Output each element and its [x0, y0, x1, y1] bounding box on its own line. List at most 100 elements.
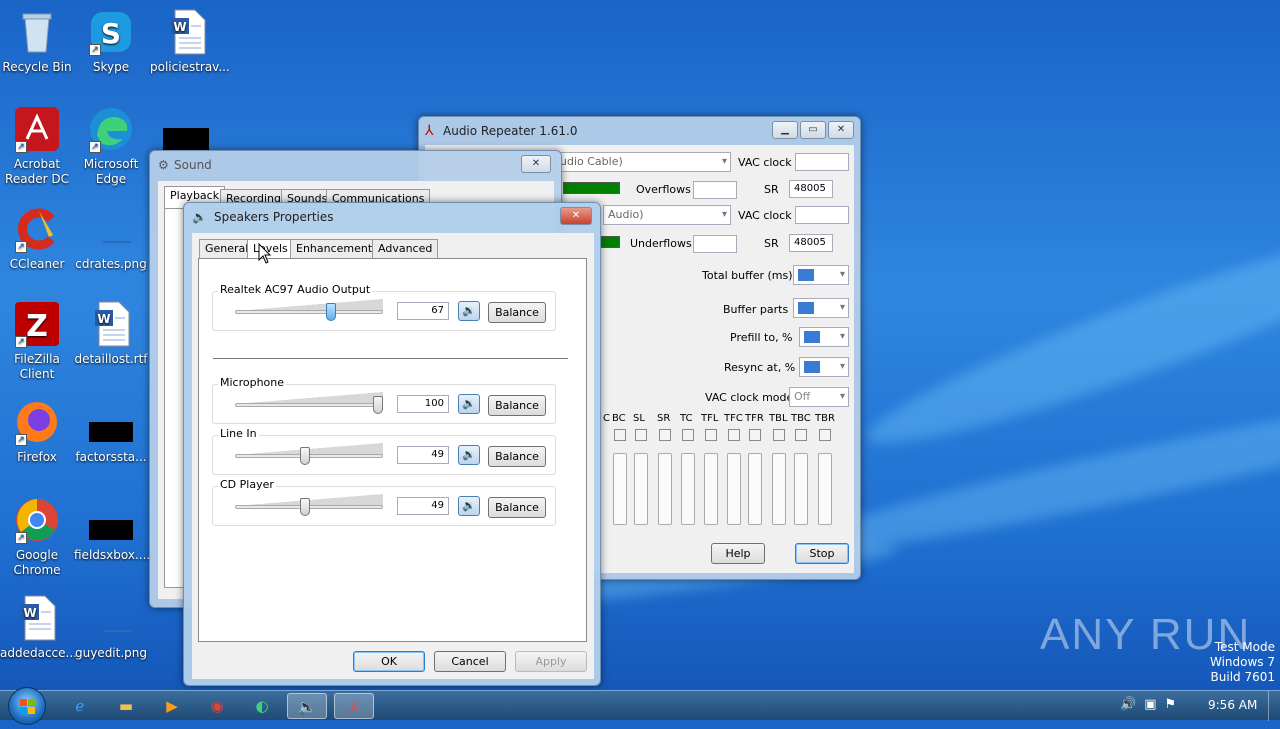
ie-taskbar-icon[interactable]: ℯ	[60, 693, 100, 719]
balance-button[interactable]: Balance	[488, 302, 546, 323]
channel-checkbox[interactable]	[659, 429, 671, 441]
close-button[interactable]: ✕	[560, 207, 592, 225]
image-file-icon	[87, 205, 135, 253]
level-slider-thumb[interactable]	[300, 498, 311, 516]
vac-clock-in-field[interactable]	[795, 153, 849, 171]
level-name: CD Player	[218, 478, 276, 491]
channel-checkbox[interactable]	[614, 429, 626, 441]
close-button[interactable]: ✕	[521, 155, 551, 173]
desktop-icon-recycle-bin[interactable]: Recycle Bin	[0, 8, 74, 75]
sound-taskbar-button[interactable]: 🔈	[287, 693, 327, 719]
channel-label: BC	[612, 413, 626, 424]
level-slider-thumb[interactable]	[373, 396, 383, 414]
audio-repeater-titlebar[interactable]: ⅄ Audio Repeater 1.61.0 ▁ ▭ ✕	[419, 117, 860, 145]
explorer-taskbar-icon[interactable]: ▬	[106, 693, 146, 719]
desktop-icon-acrobat[interactable]: ↗ Acrobat Reader DC	[0, 105, 74, 187]
window-title: Audio Repeater 1.61.0	[443, 124, 578, 138]
apply-button[interactable]: Apply	[515, 651, 587, 672]
level-slider-track[interactable]	[235, 403, 383, 407]
maximize-button[interactable]: ▭	[800, 121, 826, 139]
chrome-taskbar-icon[interactable]: ◉	[197, 693, 237, 719]
tab-advanced[interactable]: Advanced	[372, 239, 439, 258]
channel-checkbox[interactable]	[819, 429, 831, 441]
level-slider-track[interactable]	[235, 310, 383, 314]
output-level-meter	[601, 236, 620, 248]
desktop-icon-cdrates[interactable]: cdrates.png	[74, 205, 148, 272]
vac-clock-mode-select[interactable]: Off	[789, 387, 849, 407]
media-player-taskbar-icon[interactable]: ▶	[152, 693, 192, 719]
mute-speaker-icon[interactable]: 🔉	[458, 496, 480, 516]
acrobat-icon: ↗	[13, 105, 61, 153]
channel-level-bar	[613, 453, 627, 525]
desktop-icon-filezilla[interactable]: Z ↗ FileZilla Client	[0, 300, 74, 382]
balance-button[interactable]: Balance	[488, 446, 546, 467]
desktop-icon-policiestrav[interactable]: W policiestrav...	[150, 8, 230, 75]
desktop-icon-firefox[interactable]: ↗ Firefox	[0, 398, 74, 465]
level-value-field[interactable]: 67	[397, 302, 449, 320]
balance-button[interactable]: Balance	[488, 497, 546, 518]
prefill-value	[804, 331, 820, 343]
input-device-select[interactable]: udio Cable)	[555, 152, 731, 172]
desktop-icon-addedacce[interactable]: W addedacce...	[0, 594, 77, 661]
desktop-icon-ccleaner[interactable]: ↗ CCleaner	[0, 205, 74, 272]
channel-checkbox[interactable]	[749, 429, 761, 441]
sr-out-field[interactable]: 48005	[789, 234, 833, 252]
channel-checkbox[interactable]	[682, 429, 694, 441]
buffer-parts-select[interactable]	[793, 298, 849, 318]
close-button[interactable]: ✕	[828, 121, 854, 139]
recycle-bin-icon	[13, 8, 61, 56]
help-button[interactable]: Help	[711, 543, 765, 564]
balance-button[interactable]: Balance	[488, 395, 546, 416]
start-button[interactable]	[8, 687, 46, 725]
desktop-icon-edge[interactable]: ↗ Microsoft Edge	[74, 105, 148, 187]
desktop-icon-chrome[interactable]: ↗ Google Chrome	[0, 496, 74, 578]
total-buffer-select[interactable]	[793, 265, 849, 285]
tab-enhancements[interactable]: Enhancements	[290, 239, 384, 258]
level-slider-thumb[interactable]	[300, 447, 311, 465]
mute-speaker-icon[interactable]: 🔉	[458, 301, 480, 321]
sr-out-label: SR	[764, 237, 779, 250]
channel-checkbox[interactable]	[705, 429, 717, 441]
channel-label: TFC	[724, 413, 743, 424]
desktop-icon-label: policiestrav...	[150, 60, 230, 74]
desktop-icon-detaillost[interactable]: W detaillost.rtf	[74, 300, 148, 367]
desktop-icon-skype[interactable]: S ↗ Skype	[74, 8, 148, 75]
channel-level-bar	[794, 453, 808, 525]
edge-taskbar-icon[interactable]: ◐	[242, 693, 282, 719]
network-icon[interactable]: ▣	[1144, 697, 1156, 712]
output-device-select[interactable]: Audio)	[603, 205, 731, 225]
clock[interactable]: 9:56 AM	[1208, 698, 1257, 712]
show-desktop-button[interactable]	[1268, 691, 1280, 721]
mute-speaker-icon[interactable]: 🔉	[458, 394, 480, 414]
channel-checkbox[interactable]	[728, 429, 740, 441]
stop-button[interactable]: Stop	[795, 543, 849, 564]
channel-label: C	[603, 413, 610, 424]
desktop-icon-factorssta[interactable]: factorssta...	[74, 398, 148, 465]
desktop-icon-guyedit[interactable]: guyedit.png	[74, 594, 148, 661]
prefill-select[interactable]	[799, 327, 849, 347]
channel-label: TFR	[745, 413, 764, 424]
volume-icon[interactable]: 🔊	[1120, 697, 1136, 712]
level-value-field[interactable]: 100	[397, 395, 449, 413]
audio-repeater-taskbar-button[interactable]: ⅄	[334, 693, 374, 719]
vac-clock-out-field[interactable]	[795, 206, 849, 224]
vac-clock-label: VAC clock	[738, 156, 792, 169]
minimize-button[interactable]: ▁	[772, 121, 798, 139]
audio-repeater-app-icon: ⅄	[425, 123, 434, 139]
flag-icon[interactable]: ⚑	[1164, 697, 1176, 712]
desktop-icon-label: Recycle Bin	[2, 60, 72, 74]
resync-select[interactable]	[799, 357, 849, 377]
sound-titlebar[interactable]: ⚙ Sound ✕	[150, 151, 561, 179]
cancel-button[interactable]: Cancel	[434, 651, 506, 672]
desktop-icon-fieldsxbox[interactable]: fieldsxbox....	[74, 496, 150, 563]
channel-checkbox[interactable]	[635, 429, 647, 441]
channel-checkbox[interactable]	[773, 429, 785, 441]
level-slider-thumb[interactable]	[325, 303, 336, 321]
channel-checkbox[interactable]	[795, 429, 807, 441]
speakers-titlebar[interactable]: 🔈 Speakers Properties ✕	[184, 203, 600, 231]
mute-speaker-icon[interactable]: 🔉	[458, 445, 480, 465]
ok-button[interactable]: OK	[353, 651, 425, 672]
sr-in-field[interactable]: 48005	[789, 180, 833, 198]
level-value-field[interactable]: 49	[397, 497, 449, 515]
level-value-field[interactable]: 49	[397, 446, 449, 464]
